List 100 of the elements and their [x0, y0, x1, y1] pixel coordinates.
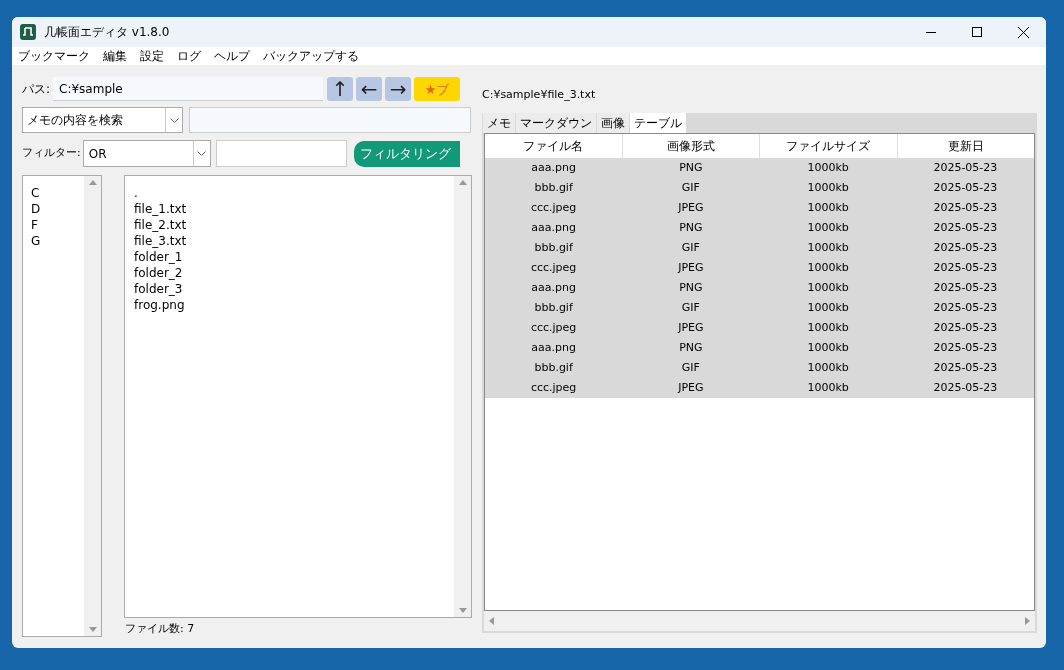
table-row[interactable]: ccc.jpeg JPEG 1000kb 2025-05-23: [485, 318, 1034, 338]
minimize-icon: [926, 31, 936, 33]
table-row[interactable]: aaa.png PNG 1000kb 2025-05-23: [485, 158, 1034, 178]
file-item[interactable]: frog.png: [134, 297, 454, 313]
filter-label: フィルター:: [22, 145, 81, 162]
table-cell-text: PNG: [678, 219, 704, 236]
table-cell-text: 1000kb: [806, 179, 850, 196]
table-cell-text: 1000kb: [806, 219, 850, 236]
drive-item[interactable]: D: [31, 201, 84, 217]
drive-item[interactable]: C: [31, 185, 84, 201]
table-cell-text: GIF: [680, 239, 701, 256]
path-field[interactable]: C:¥sample: [53, 77, 324, 101]
chevron-down-icon: [169, 117, 179, 123]
table-row[interactable]: aaa.png PNG 1000kb 2025-05-23: [485, 278, 1034, 298]
table-row[interactable]: ccc.jpeg JPEG 1000kb 2025-05-23: [485, 258, 1034, 278]
tab[interactable]: 画像: [597, 113, 629, 133]
table-cell-text: 2025-05-23: [932, 379, 999, 396]
back-button[interactable]: ←: [356, 77, 383, 101]
column-header[interactable]: ファイル名: [485, 134, 622, 158]
chevron-down-icon: [197, 151, 207, 156]
table-cell-text: ccc.jpeg: [529, 319, 578, 336]
scroll-left-icon: [489, 617, 494, 625]
scroll-down-icon: [458, 607, 467, 613]
file-item[interactable]: file_2.txt: [134, 217, 454, 233]
menu-item[interactable]: 設定: [140, 47, 164, 65]
table-cell-text: 2025-05-23: [932, 299, 999, 316]
menu-item[interactable]: ログ: [177, 47, 201, 65]
menu-item[interactable]: 編集: [103, 47, 127, 65]
table-cell-text: 2025-05-23: [932, 339, 999, 356]
table-row[interactable]: bbb.gif GIF 1000kb 2025-05-23: [485, 298, 1034, 318]
file-item[interactable]: folder_3: [134, 281, 454, 297]
table-cell-text: bbb.gif: [533, 359, 574, 376]
app-logo-icon: [20, 24, 36, 40]
table-cell-text: aaa.png: [530, 339, 577, 356]
table-cell-text: 1000kb: [806, 159, 850, 176]
menu-item[interactable]: ブックマーク: [18, 47, 90, 65]
table-cell-text: JPEG: [676, 379, 705, 396]
scroll-down-icon: [88, 627, 97, 632]
table-cell-text: 2025-05-23: [932, 319, 999, 336]
scroll-right-icon: [1025, 617, 1030, 625]
up-button[interactable]: ↑: [327, 77, 354, 101]
table-cell-text: JPEG: [676, 199, 705, 216]
table-cell-text: ccc.jpeg: [529, 379, 578, 396]
table-cell-text: 1000kb: [806, 259, 850, 276]
drive-item[interactable]: F: [31, 217, 84, 233]
table-cell-text: 2025-05-23: [932, 219, 999, 236]
table-row[interactable]: aaa.png PNG 1000kb 2025-05-23: [485, 218, 1034, 238]
table-row[interactable]: aaa.png PNG 1000kb 2025-05-23: [485, 338, 1034, 358]
menu-item[interactable]: バックアップする: [263, 47, 359, 65]
table-row[interactable]: bbb.gif GIF 1000kb 2025-05-23: [485, 358, 1034, 378]
tab[interactable]: テーブル: [630, 113, 686, 133]
table-cell-text: bbb.gif: [533, 179, 574, 196]
maximize-icon: [972, 27, 982, 37]
filter-mode-dropdown[interactable]: OR: [82, 140, 211, 167]
file-item[interactable]: folder_1: [134, 249, 454, 265]
scroll-up-icon: [458, 180, 467, 185]
file-path-label: C:¥sample¥file_3.txt: [482, 87, 597, 103]
table-cell-text: 1000kb: [806, 339, 850, 356]
filter-field[interactable]: [215, 140, 347, 167]
table-cell-text: 1000kb: [806, 199, 850, 216]
filter-button[interactable]: フィルタリング: [353, 140, 460, 167]
close-icon: [1017, 26, 1029, 38]
table-cell-text: 2025-05-23: [932, 359, 999, 376]
table-cell-text: 2025-05-23: [932, 259, 999, 276]
table-cell-text: JPEG: [676, 319, 705, 336]
file-item[interactable]: file_1.txt: [134, 201, 454, 217]
horizontal-scrollbar[interactable]: [484, 611, 1035, 631]
table-cell-text: 1000kb: [806, 319, 850, 336]
table-cell-text: GIF: [680, 179, 701, 196]
table-cell-text: 2025-05-23: [932, 239, 999, 256]
file-count: ファイル数: 7: [124, 620, 196, 637]
tab[interactable]: メモ: [483, 113, 515, 133]
file-item[interactable]: .: [134, 185, 454, 201]
table-row[interactable]: ccc.jpeg JPEG 1000kb 2025-05-23: [485, 378, 1034, 398]
menu-item[interactable]: ヘルプ: [214, 47, 250, 65]
table-row[interactable]: ccc.jpeg JPEG 1000kb 2025-05-23: [485, 198, 1034, 218]
table-cell-text: bbb.gif: [533, 299, 574, 316]
table-cell-text: ccc.jpeg: [529, 259, 578, 276]
table-cell-text: aaa.png: [530, 159, 577, 176]
table-cell-text: JPEG: [676, 259, 705, 276]
table-row[interactable]: bbb.gif GIF 1000kb 2025-05-23: [485, 238, 1034, 258]
table-cell-text: 2025-05-23: [932, 179, 999, 196]
scroll-up-icon: [88, 180, 97, 185]
table-cell-text: 1000kb: [806, 359, 850, 376]
scrollbar[interactable]: [454, 176, 471, 617]
drive-item[interactable]: G: [31, 233, 84, 249]
scrollbar[interactable]: [84, 176, 101, 636]
search-field[interactable]: [189, 107, 471, 133]
table-cell-text: PNG: [678, 339, 704, 356]
table-cell-text: aaa.png: [530, 219, 577, 236]
tab[interactable]: マークダウン: [516, 113, 596, 133]
file-item[interactable]: file_3.txt: [134, 233, 454, 249]
table-cell-text: PNG: [678, 159, 704, 176]
path-label: パス:: [22, 81, 51, 98]
search-mode-dropdown[interactable]: メモの内容を検索: [22, 107, 183, 133]
table-cell-text: aaa.png: [530, 279, 577, 296]
table-row[interactable]: bbb.gif GIF 1000kb 2025-05-23: [485, 178, 1034, 198]
forward-button[interactable]: →: [385, 77, 412, 101]
file-item[interactable]: folder_2: [134, 265, 454, 281]
table-cell-text: 1000kb: [806, 379, 850, 396]
